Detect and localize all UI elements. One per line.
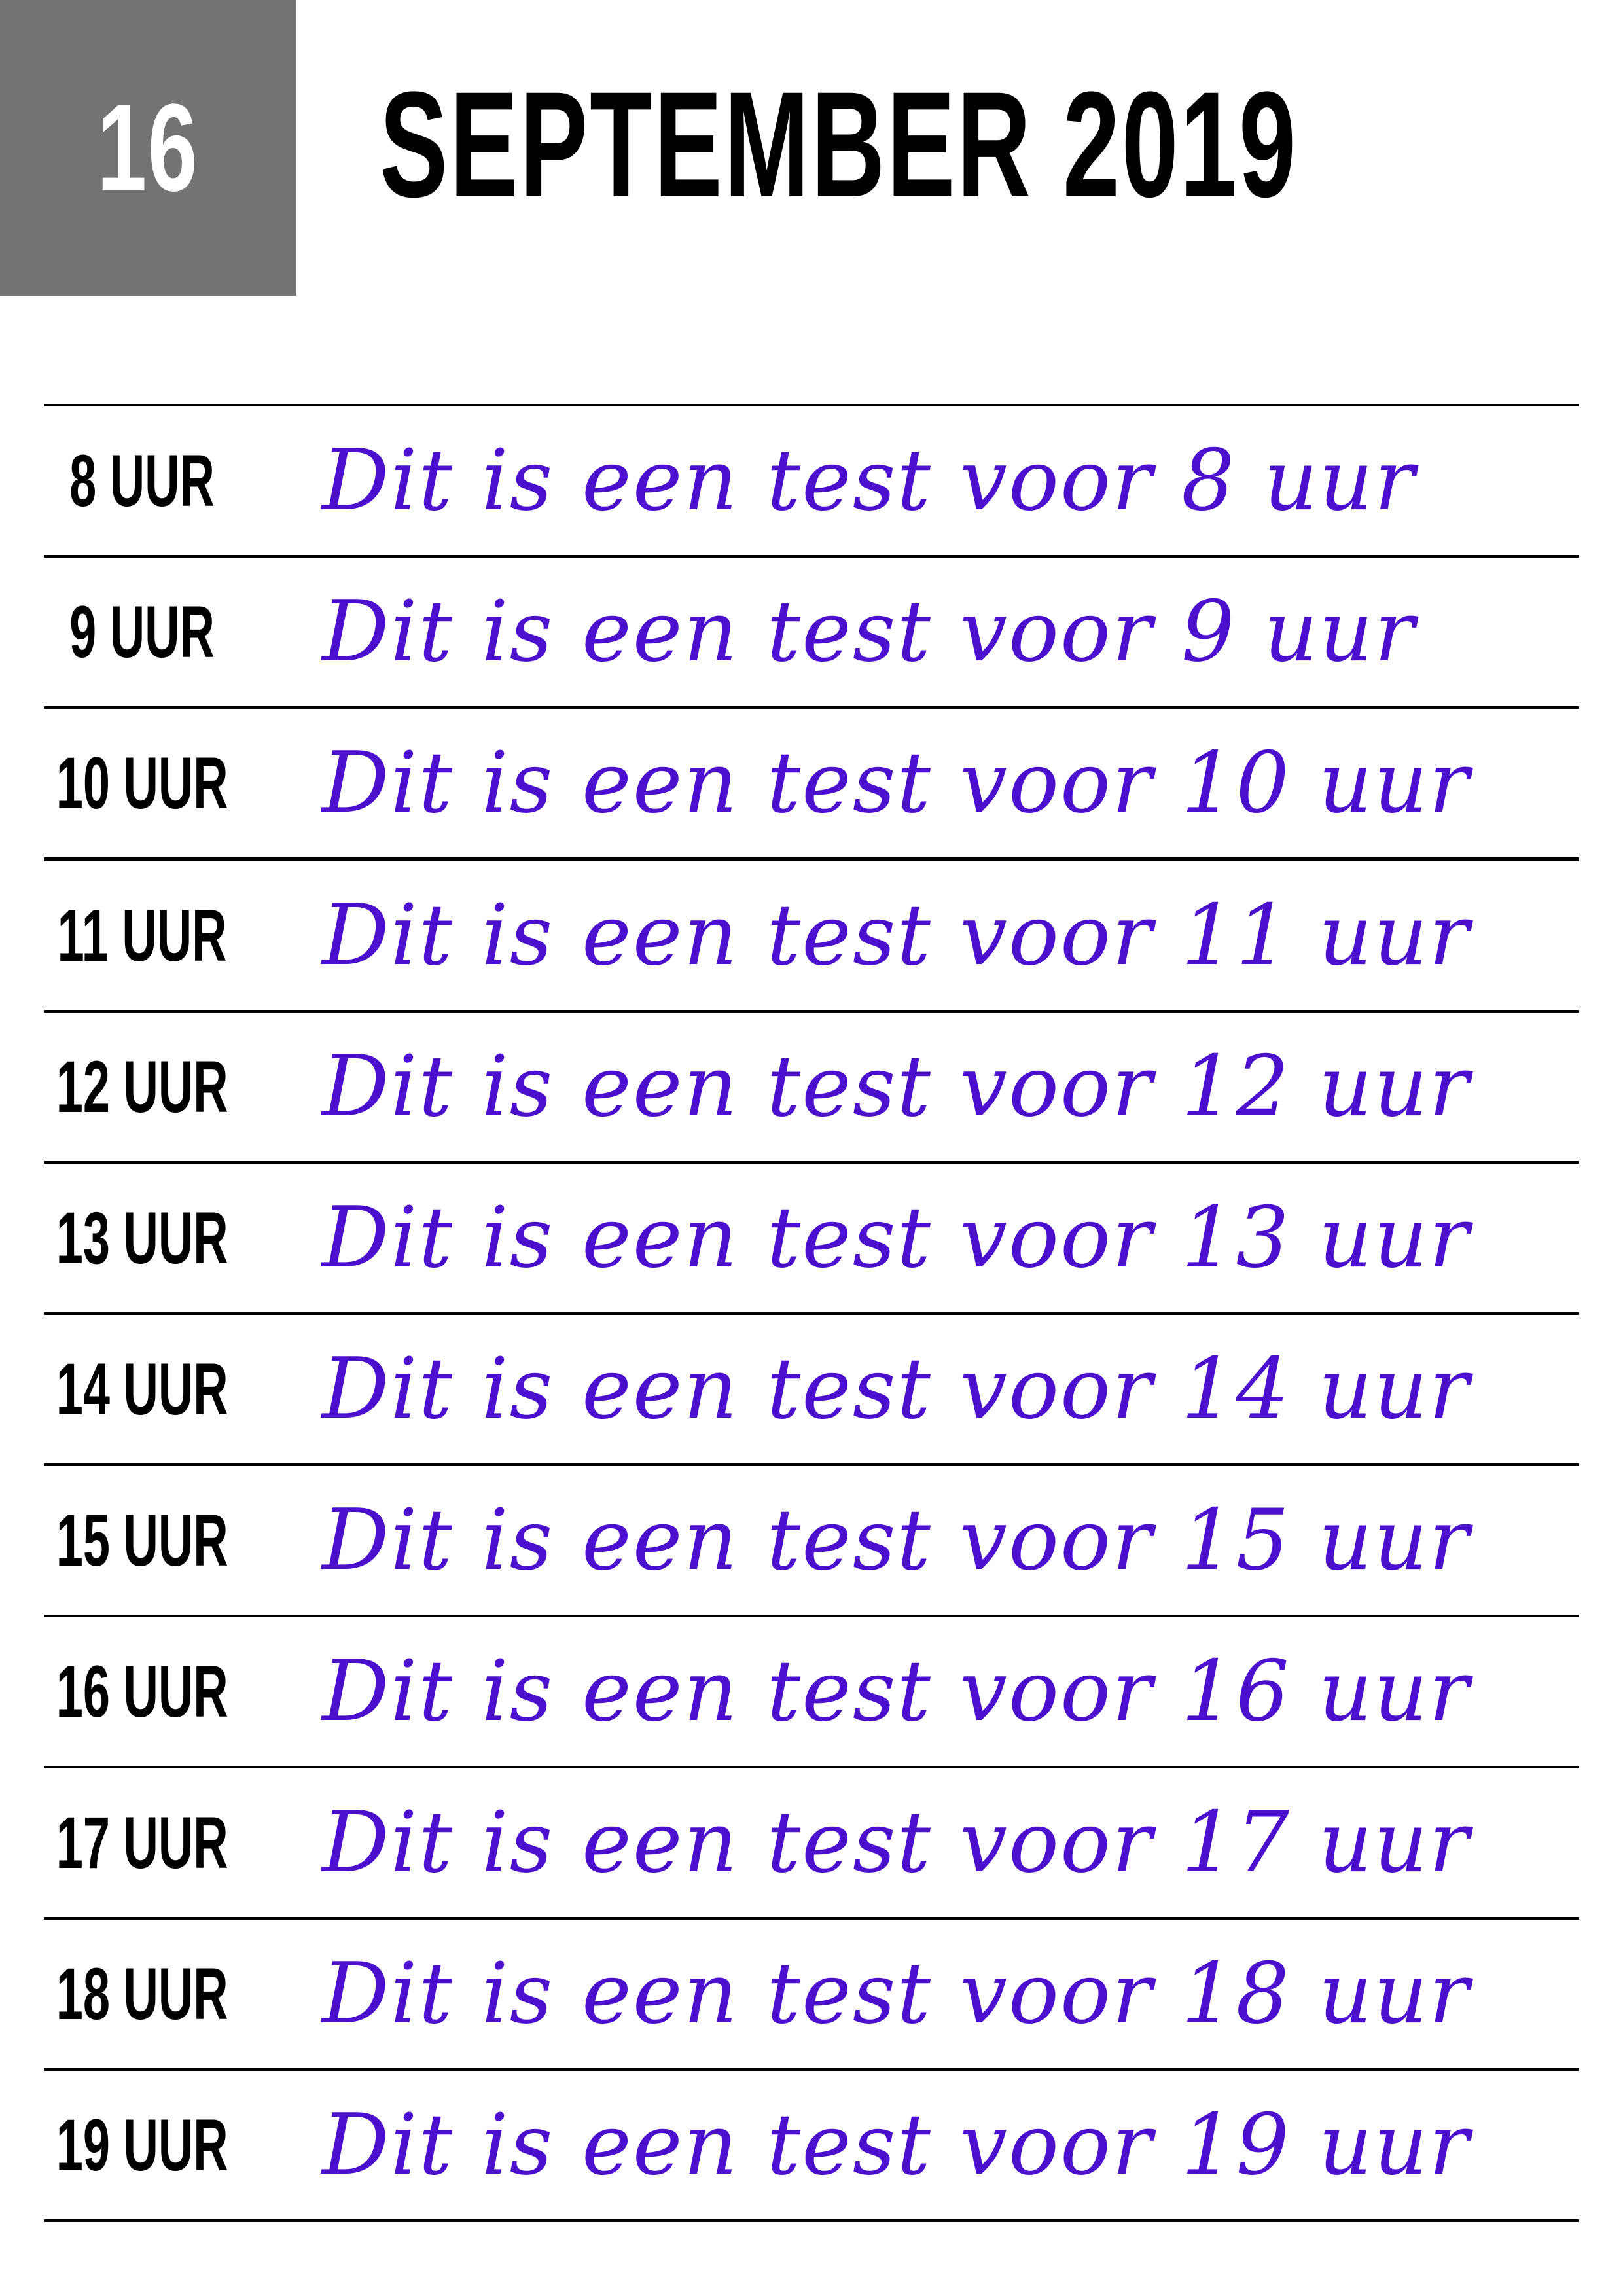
day-box: 16: [0, 0, 296, 296]
entry-text: Dit is een test voor 9 uur: [322, 583, 1416, 681]
hour-label: 10 UUR: [56, 742, 228, 824]
entry-text: Dit is een test voor 12 uur: [322, 1038, 1471, 1136]
entry-text: Dit is een test voor 17 uur: [322, 1794, 1471, 1892]
entry-text: Dit is een test voor 11 uur: [322, 887, 1471, 984]
hour-label: 15 UUR: [56, 1499, 228, 1581]
hour-label: 12 UUR: [56, 1046, 228, 1128]
hour-label: 19 UUR: [56, 2104, 228, 2186]
schedule-list: 8 UUR Dit is een test voor 8 uur 9 UUR D…: [44, 404, 1579, 2222]
schedule-row: 8 UUR Dit is een test voor 8 uur: [44, 406, 1579, 555]
schedule-row: 10 UUR Dit is een test voor 10 uur: [44, 709, 1579, 857]
hour-label: 11 UUR: [57, 895, 227, 977]
schedule-row: 16 UUR Dit is een test voor 16 uur: [44, 1617, 1579, 1766]
schedule-row: 14 UUR Dit is een test voor 14 uur: [44, 1315, 1579, 1463]
schedule-row: 9 UUR Dit is een test voor 9 uur: [44, 558, 1579, 706]
entry-text: Dit is een test voor 14 uur: [322, 1340, 1471, 1438]
hour-label: 18 UUR: [56, 1953, 228, 2035]
schedule-row: 19 UUR Dit is een test voor 19 uur: [44, 2071, 1579, 2219]
schedule-row: 17 UUR Dit is een test voor 17 uur: [44, 1768, 1579, 1917]
hour-label: 9 UUR: [69, 591, 215, 673]
entry-text: Dit is een test voor 18 uur: [322, 1945, 1471, 2043]
entry-text: Dit is een test voor 10 uur: [322, 734, 1471, 832]
schedule-row: 13 UUR Dit is een test voor 13 uur: [44, 1164, 1579, 1312]
schedule-row: 15 UUR Dit is een test voor 15 uur: [44, 1466, 1579, 1615]
schedule-row: 11 UUR Dit is een test voor 11 uur: [44, 861, 1579, 1010]
entry-text: Dit is een test voor 16 uur: [322, 1643, 1471, 1740]
entry-text: Dit is een test voor 15 uur: [322, 1492, 1471, 1589]
entry-text: Dit is een test voor 13 uur: [322, 1189, 1471, 1287]
hour-label: 14 UUR: [56, 1348, 228, 1430]
hour-label: 8 UUR: [69, 440, 215, 522]
entry-text: Dit is een test voor 8 uur: [322, 432, 1416, 529]
hour-label: 16 UUR: [56, 1651, 228, 1732]
entry-text: Dit is een test voor 19 uur: [322, 2096, 1471, 2194]
schedule-row: 12 UUR Dit is een test voor 12 uur: [44, 1013, 1579, 1161]
month-year-title: SEPTEMBER 2019: [380, 60, 1298, 228]
hour-label: 17 UUR: [56, 1802, 228, 1884]
schedule-row: 18 UUR Dit is een test voor 18 uur: [44, 1920, 1579, 2068]
hour-label: 13 UUR: [56, 1197, 228, 1279]
divider: [44, 2219, 1579, 2222]
day-number: 16: [97, 79, 199, 217]
